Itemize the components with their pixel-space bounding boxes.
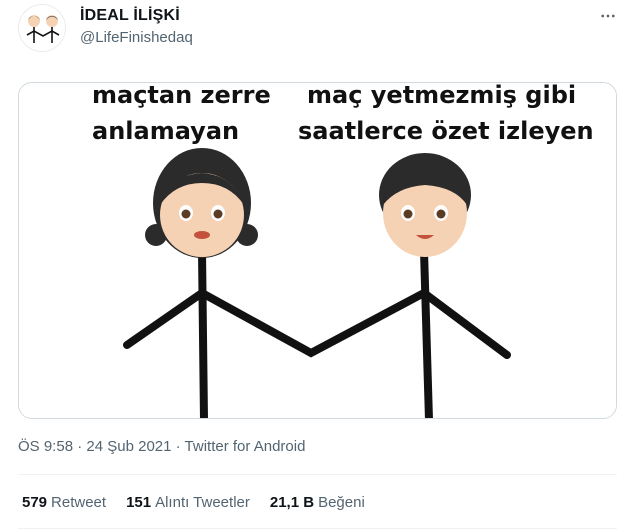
retweets-count: 579 [22,494,48,511]
tweet: İDEAL İLİŞKİ @LifeFinishedaq maçtan zerr… [0,0,635,532]
quotes-label: Alıntı Tweetler [155,494,250,511]
couple-avatar-icon [26,15,60,43]
retweets-stat[interactable]: 579 Retweet [22,494,106,511]
likes-label: Beğeni [318,494,365,511]
stick-couple-meme: maçtan zerre anlamayan maç yetmezmiş gib… [19,83,616,418]
meta-separator: · [77,438,83,455]
right-caption-line-2: saatlerce özet izleyen [298,117,594,145]
divider [18,474,617,475]
right-caption-line-1: maç yetmezmiş gibi [307,83,576,109]
more-options-icon [601,14,615,18]
retweets-label: Retweet [51,494,107,511]
more-options-button[interactable] [596,4,620,28]
likes-count: 21,1 B [269,494,315,511]
tweet-time[interactable]: ÖS 9:58 [18,438,73,455]
engagement-stats: 579 Retweet 151 Alıntı Tweetler 21,1 B Beğe… [22,494,385,511]
tweet-image[interactable]: maçtan zerre anlamayan maç yetmezmiş gib… [18,82,617,419]
likes-stat[interactable]: 21,1 B Beğeni [270,494,365,511]
quotes-count: 151 [126,494,152,511]
tweet-metadata: ÖS 9:58 · 24 Şub 2021 · Twitter for Andr… [18,438,305,455]
meta-separator: · [175,438,181,455]
left-caption-line-2: anlamayan [92,117,239,145]
author-handle[interactable]: @LifeFinishedaq [80,29,193,46]
avatar[interactable] [18,4,66,52]
author-display-name[interactable]: İDEAL İLİŞKİ [80,7,180,25]
quotes-stat[interactable]: 151 Alıntı Tweetler [126,494,250,511]
left-caption-line-1: maçtan zerre [92,83,271,109]
tweet-source[interactable]: Twitter for Android [185,438,306,455]
tweet-date[interactable]: 24 Şub 2021 [86,438,171,455]
divider [18,528,617,529]
